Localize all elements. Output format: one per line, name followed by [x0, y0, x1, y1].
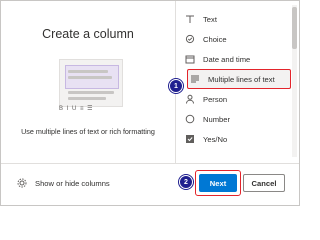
step-1-badge: 1: [169, 79, 183, 93]
number-icon: [185, 114, 195, 124]
multiline-text-icon: [190, 74, 200, 84]
footer-divider: [1, 163, 299, 164]
column-type-multiple-lines-of-text[interactable]: Multiple lines of text: [187, 69, 291, 89]
column-type-label: Person: [203, 94, 228, 104]
column-type-label: Multiple lines of text: [208, 74, 275, 84]
create-column-dialog: Create a column B I U ≡ ☰ Use multiple l…: [0, 0, 300, 206]
column-type-label: Number: [203, 114, 231, 124]
calendar-icon: [185, 54, 195, 64]
show-hide-columns-label: Show or hide columns: [35, 178, 110, 188]
column-type-number[interactable]: Number: [177, 109, 289, 129]
scrollbar-thumb[interactable]: [292, 7, 297, 49]
column-type-yes-no[interactable]: Yes/No: [177, 129, 289, 149]
column-type-list: Text Choice Date and time Multiple lines…: [177, 9, 291, 149]
cancel-button[interactable]: Cancel: [243, 174, 285, 192]
gear-icon: [17, 178, 27, 188]
column-type-description: Use multiple lines of text or rich forma…: [21, 127, 155, 136]
column-type-label: Text: [203, 14, 217, 24]
column-type-choice[interactable]: Choice: [177, 29, 289, 49]
preview-line: [68, 70, 108, 73]
format-toolbar-preview: B I U ≡ ☰: [59, 106, 94, 112]
dialog-title: Create a column: [42, 27, 134, 41]
column-type-label: Choice: [203, 34, 227, 44]
yes-no-icon: [185, 134, 195, 144]
step-2-badge: 2: [179, 175, 193, 189]
column-type-preview: [59, 59, 123, 107]
text-icon: [185, 14, 195, 24]
column-type-text[interactable]: Text: [177, 9, 289, 29]
column-type-date-and-time[interactable]: Date and time: [177, 49, 289, 69]
show-hide-columns-link[interactable]: Show or hide columns: [17, 178, 110, 188]
preview-line: [68, 76, 112, 79]
next-button[interactable]: Next: [199, 174, 237, 192]
column-type-person[interactable]: Person: [177, 89, 289, 109]
column-type-label: Date and time: [203, 54, 251, 64]
preview-line: [68, 91, 114, 94]
choice-icon: [185, 34, 195, 44]
preview-line: [68, 97, 106, 100]
person-icon: [185, 94, 195, 104]
column-type-label: Yes/No: [203, 134, 228, 144]
